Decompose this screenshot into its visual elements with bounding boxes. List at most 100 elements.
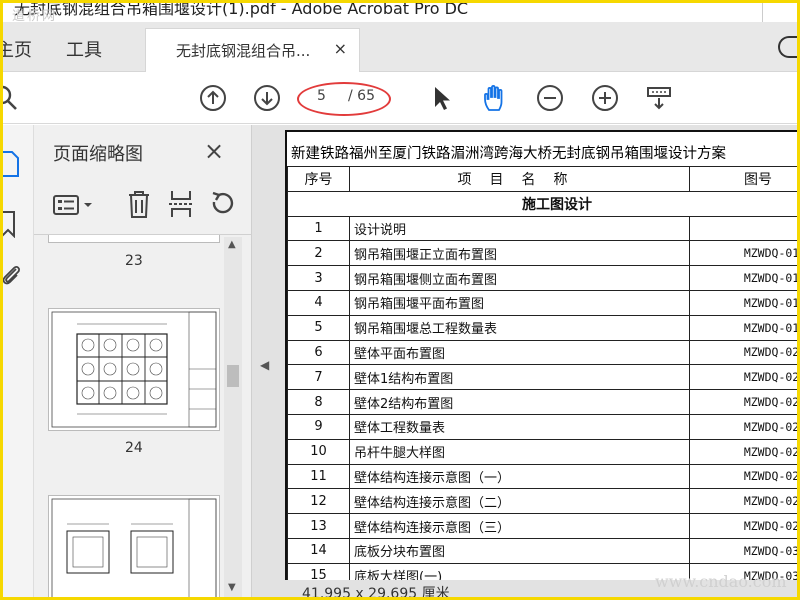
navigation-pane-strip	[0, 125, 34, 600]
row-number: 2	[287, 240, 350, 267]
row-name: 钢吊箱围堰总工程数量表	[349, 314, 690, 341]
page-display-icon[interactable]	[645, 84, 673, 112]
table-row: 10吊杆牛腿大样图MZWDQ-02-05	[287, 438, 800, 465]
row-number: 12	[287, 488, 350, 515]
table-row: 13壁体结构连接示意图（三）MZWDQ-02-08	[287, 513, 800, 539]
scrollbar-thumb[interactable]	[227, 365, 239, 387]
thumbnail-drawing	[51, 311, 217, 428]
previous-page-icon[interactable]	[199, 84, 227, 112]
row-number: 4	[287, 289, 350, 316]
row-code: MZWDQ-02-02	[689, 364, 800, 391]
row-number: 13	[287, 513, 350, 539]
help-icon[interactable]	[778, 36, 800, 58]
row-code: MZWDQ-03-01	[689, 537, 800, 564]
thumbnail-toolbar	[34, 177, 252, 235]
thumbnail-page-25[interactable]	[48, 495, 220, 600]
thumbnail-scrollbar[interactable]: ▲ ▼	[224, 237, 242, 597]
row-number: 14	[287, 537, 350, 564]
row-name: 壁体结构连接示意图（一）	[349, 463, 690, 490]
scroll-down-icon[interactable]: ▼	[228, 582, 236, 593]
panel-title: 页面缩略图	[53, 144, 143, 165]
table-row: 5钢吊箱围堰总工程数量表MZWDQ-01-04	[287, 314, 800, 341]
thumbnail-page-24[interactable]	[48, 308, 220, 431]
row-number: 11	[287, 463, 350, 490]
watermark-url: www.cndao.com	[655, 572, 787, 591]
row-name: 钢吊箱围堰侧立面布置图	[349, 265, 690, 291]
row-number: 5	[287, 314, 350, 341]
next-page-icon[interactable]	[253, 84, 281, 112]
row-code: MZWDQ-02-08	[689, 513, 800, 539]
row-code: MZWDQ-02-06	[689, 463, 800, 490]
row-number: 6	[287, 339, 350, 366]
row-code: MZWDQ-01-03	[689, 289, 800, 316]
column-header: 项目名称	[349, 166, 690, 192]
row-code: MZWDQ-01-04	[689, 314, 800, 341]
page-thumbnails-icon[interactable]	[0, 150, 20, 178]
row-name: 壁体1结构布置图	[349, 364, 690, 391]
row-code: MZWDQ-01-01	[689, 240, 800, 267]
tab-document[interactable]: 无封底钢混组合吊... ×	[145, 28, 360, 72]
table-row: 11壁体结构连接示意图（一）MZWDQ-02-06	[287, 463, 800, 490]
attachments-icon[interactable]	[0, 263, 22, 289]
row-number: 9	[287, 413, 350, 440]
row-code	[689, 215, 800, 242]
thumbnail-page-23[interactable]	[48, 235, 220, 243]
row-code: MZWDQ-02-04	[689, 413, 800, 440]
row-name: 壁体结构连接示意图（二）	[349, 488, 690, 515]
collapse-arrow-icon[interactable]: ◀	[260, 358, 269, 372]
row-code: MZWDQ-02-07	[689, 488, 800, 515]
panel-close-icon[interactable]: ×	[204, 137, 224, 165]
row-name: 壁体2结构布置图	[349, 389, 690, 415]
row-number: 8	[287, 389, 350, 415]
row-name: 壁体平面布置图	[349, 339, 690, 366]
row-name: 壁体结构连接示意图（三）	[349, 513, 690, 539]
panel-collapse-handle[interactable]: ◀	[252, 125, 277, 600]
column-header: 图号	[689, 166, 800, 192]
scroll-up-icon[interactable]: ▲	[228, 239, 236, 250]
row-code: MZWDQ-02-01	[689, 339, 800, 366]
zoom-out-icon[interactable]	[536, 84, 564, 112]
row-number: 3	[287, 265, 350, 291]
table-row: 3钢吊箱围堰侧立面布置图MZWDQ-01-02	[287, 265, 800, 291]
section-row: 施工图设计	[287, 190, 800, 217]
split-page-icon[interactable]	[167, 189, 195, 219]
table-row: 14底板分块布置图MZWDQ-03-01	[287, 537, 800, 564]
thumbnail-options-icon[interactable]	[52, 194, 96, 216]
table-body: 1设计说明2钢吊箱围堰正立面布置图MZWDQ-01-013钢吊箱围堰侧立面布置图…	[287, 215, 800, 583]
hand-tool-icon[interactable]	[481, 84, 509, 112]
delete-icon[interactable]	[126, 189, 152, 219]
row-name: 壁体工程数量表	[349, 413, 690, 440]
tab-document-label: 无封底钢混组合吊...	[176, 42, 311, 60]
row-number: 7	[287, 364, 350, 391]
window-title: 无封底钢混组合吊箱围堰设计(1).pdf - Adobe Acrobat Pro…	[14, 0, 469, 18]
table-header-row: 序号 项目名称 图号	[287, 166, 800, 192]
thumbnail-number: 23	[125, 253, 143, 269]
search-icon[interactable]	[0, 84, 20, 112]
thumbnail-drawing	[51, 498, 217, 600]
document-view: 新建铁路福州至厦门铁路湄洲湾跨海大桥无封底钢吊箱围堰设计方案 序号 项目名称 图…	[277, 125, 800, 600]
row-number: 10	[287, 438, 350, 465]
row-name: 钢吊箱围堰正立面布置图	[349, 240, 690, 267]
row-name: 设计说明	[349, 215, 690, 242]
tab-tools[interactable]: 工具	[66, 36, 102, 62]
row-code: MZWDQ-02-03	[689, 389, 800, 415]
toolbar: 5 / 65	[0, 72, 800, 124]
table-row: 6壁体平面布置图MZWDQ-02-01	[287, 339, 800, 366]
tab-close-icon[interactable]: ×	[334, 39, 347, 58]
drawing-index-table: 序号 项目名称 图号 施工图设计 1 设计说明 2 钢吊箱围堰正立面布置图 MZWDQ-…	[287, 166, 800, 583]
thumbnail-number: 24	[125, 440, 143, 456]
pdf-page: 新建铁路福州至厦门铁路湄洲湾跨海大桥无封底钢吊箱围堰设计方案 序号 项目名称 图…	[285, 130, 800, 585]
tab-row: 主页 工具 无封底钢混组合吊... ×	[0, 22, 800, 72]
rotate-icon[interactable]	[208, 190, 236, 218]
page-size-label: 41.995 x 29.695 厘米	[302, 586, 450, 600]
table-row: 2钢吊箱围堰正立面布置图MZWDQ-01-01	[287, 240, 800, 267]
tab-home[interactable]: 主页	[0, 36, 32, 62]
column-header: 序号	[287, 166, 350, 192]
zoom-in-icon[interactable]	[591, 84, 619, 112]
row-name: 底板分块布置图	[349, 537, 690, 564]
thumbnails-panel: 页面缩略图 × 23 24 ▲ ▼	[34, 125, 252, 600]
select-cursor-icon[interactable]	[428, 84, 456, 112]
bookmarks-icon[interactable]	[0, 210, 18, 238]
watermark-logo: 道桥网	[12, 9, 58, 22]
window-control-button[interactable]	[762, 0, 790, 22]
